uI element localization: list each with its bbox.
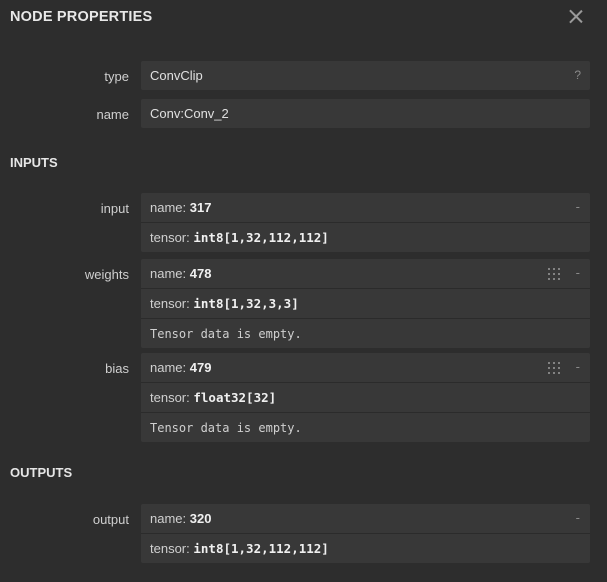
- panel-title: NODE PROPERTIES: [10, 9, 153, 25]
- type-value-box[interactable]: ConvClip ?: [141, 61, 590, 90]
- output-box[interactable]: name: 320 - tensor: int8[1,32,112,112]: [141, 504, 590, 563]
- close-icon[interactable]: [566, 7, 586, 27]
- name-value: Conv:Conv_2: [150, 106, 229, 121]
- weights-box[interactable]: name: 478 - tensor: int8[1,32,3,3] Tenso…: [141, 259, 590, 348]
- collapse-icon[interactable]: -: [576, 258, 580, 287]
- attribute-label: type: [104, 69, 129, 84]
- weights-tensor: int8[1,32,3,3]: [193, 296, 299, 311]
- inputs-heading: INPUTS: [10, 155, 58, 170]
- name-value-box[interactable]: Conv:Conv_2: [141, 99, 590, 128]
- name-key: name:: [150, 360, 187, 375]
- attribute-name: name Conv:Conv_2: [0, 99, 607, 129]
- bias-note: Tensor data is empty.: [150, 421, 302, 435]
- collapse-icon[interactable]: -: [576, 352, 580, 381]
- grid-icon[interactable]: [548, 268, 561, 280]
- input-name: 317: [189, 200, 212, 215]
- bias-tensor: float32[32]: [193, 390, 277, 405]
- output-name: 320: [189, 511, 212, 526]
- input-tensor: int8[1,32,112,112]: [193, 230, 329, 245]
- type-value: ConvClip: [150, 68, 203, 83]
- panel-header: NODE PROPERTIES: [0, 0, 607, 38]
- help-icon[interactable]: ?: [574, 61, 581, 90]
- weights-note: Tensor data is empty.: [150, 327, 302, 341]
- name-key: name:: [150, 511, 187, 526]
- name-key: name:: [150, 200, 187, 215]
- weights-name: 478: [189, 266, 212, 281]
- bias-box[interactable]: name: 479 - tensor: float32[32] Tensor d…: [141, 353, 590, 442]
- output-tensor: int8[1,32,112,112]: [193, 541, 329, 556]
- tensor-key: tensor:: [150, 230, 190, 245]
- input-box[interactable]: name: 317 - tensor: int8[1,32,112,112]: [141, 193, 590, 252]
- bias-name: 479: [189, 360, 212, 375]
- input-label: bias: [105, 361, 129, 376]
- grid-icon[interactable]: [548, 362, 561, 374]
- collapse-icon[interactable]: -: [576, 503, 580, 532]
- input-label: input: [100, 201, 129, 216]
- tensor-key: tensor:: [150, 296, 190, 311]
- outputs-heading: OUTPUTS: [10, 465, 73, 480]
- name-key: name:: [150, 266, 187, 281]
- input-label: weights: [84, 267, 129, 282]
- attribute-type: type ConvClip ?: [0, 61, 607, 91]
- attribute-label: name: [96, 107, 129, 122]
- output-label: output: [92, 512, 129, 527]
- collapse-icon[interactable]: -: [576, 192, 580, 221]
- tensor-key: tensor:: [150, 541, 190, 556]
- tensor-key: tensor:: [150, 390, 190, 405]
